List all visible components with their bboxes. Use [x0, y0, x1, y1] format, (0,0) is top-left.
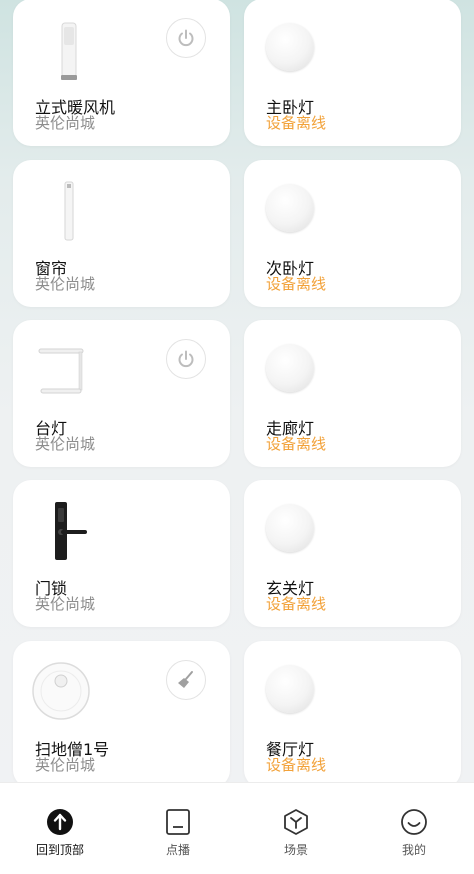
device-status: 设备离线 [266, 114, 327, 132]
tab-mine[interactable]: 我的 [364, 807, 464, 858]
device-card-dining-light[interactable]: 餐厅灯 设备离线 [244, 641, 461, 788]
power-icon [178, 29, 194, 47]
device-location: 英伦尚城 [35, 595, 96, 613]
device-card-hallway-light[interactable]: 走廊灯 设备离线 [244, 320, 461, 467]
device-card-curtain[interactable]: 窗帘 英伦尚城 [13, 160, 230, 307]
door-lock-image [55, 502, 87, 560]
device-card-entrance-light[interactable]: 玄关灯 设备离线 [244, 480, 461, 627]
tab-label: 点播 [165, 843, 190, 857]
heater-image [61, 22, 77, 80]
device-status: 设备离线 [266, 756, 327, 774]
ceiling-light-image [266, 184, 314, 232]
device-location: 英伦尚城 [35, 435, 96, 453]
device-card-desk-lamp[interactable]: 台灯 英伦尚城 [13, 320, 230, 467]
tab-label: 回到顶部 [35, 843, 84, 857]
power-button[interactable] [166, 18, 206, 58]
device-card-robot-vacuum[interactable]: 扫地僧1号 英伦尚城 [13, 641, 230, 788]
broom-icon [178, 671, 193, 688]
clean-button[interactable] [166, 660, 206, 700]
power-button[interactable] [166, 339, 206, 379]
arrow-up-icon [47, 809, 73, 835]
bottom-tab-bar: 回到顶部 点播 场景 我的 [0, 782, 474, 874]
device-status: 设备离线 [266, 595, 327, 613]
curtain-image [64, 181, 74, 241]
tab-scene[interactable]: 场景 [246, 807, 346, 858]
device-status: 设备离线 [266, 275, 327, 293]
ceiling-light-image [266, 504, 314, 552]
device-status: 设备离线 [266, 435, 327, 453]
tab-label: 场景 [283, 843, 308, 857]
device-card-second-bedroom-light[interactable]: 次卧灯 设备离线 [244, 160, 461, 307]
ceiling-light-image [266, 665, 314, 713]
tab-live[interactable]: 点播 [128, 807, 228, 858]
power-icon [178, 350, 194, 368]
cube-icon [284, 809, 308, 835]
ceiling-light-image [266, 344, 314, 392]
robot-vacuum-image [32, 662, 90, 720]
tv-icon [166, 809, 190, 835]
device-location: 英伦尚城 [35, 275, 96, 293]
device-card-heater[interactable]: 立式暖风机 英伦尚城 [13, 0, 230, 146]
device-location: 英伦尚城 [35, 756, 96, 774]
device-card-master-bedroom-light[interactable]: 主卧灯 设备离线 [244, 0, 461, 146]
tab-back-to-top[interactable]: 回到顶部 [10, 807, 110, 858]
device-card-door-lock[interactable]: 门锁 英伦尚城 [13, 480, 230, 627]
device-location: 英伦尚城 [35, 114, 96, 132]
smile-icon [401, 809, 427, 835]
desk-lamp-image [38, 348, 84, 394]
tab-label: 我的 [401, 843, 426, 857]
ceiling-light-image [266, 23, 314, 71]
